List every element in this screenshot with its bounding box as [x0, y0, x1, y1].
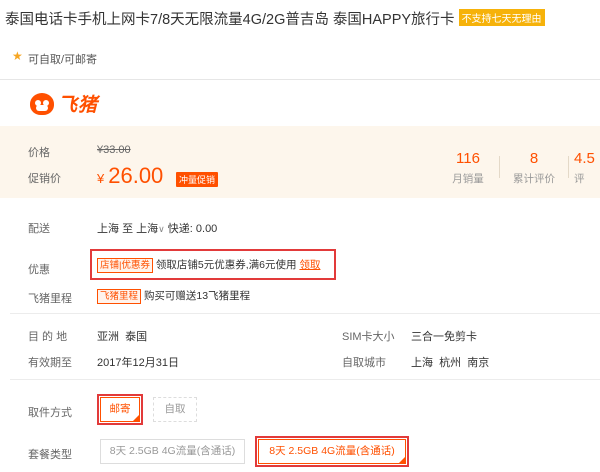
sim-size-label: SIM卡大小 [342, 331, 395, 343]
coupon-text: 领取店铺5元优惠券,满6元使用 [155, 259, 297, 271]
stat-value: 4.5 [574, 150, 595, 167]
coupon-tag-text: 优惠券 [121, 260, 150, 271]
pickup-option-mail[interactable]: 邮寄 [97, 394, 143, 425]
pickup-city-value: 上海 杭州 南京 [411, 357, 490, 369]
promo-price-label: 促销价 [28, 173, 61, 185]
stat-label: 月销量 [452, 173, 484, 185]
logo-text: 飞猪 [58, 95, 99, 116]
delivery-destination-select[interactable]: 上海∨ [136, 223, 165, 235]
miles-text: 购买可赠送13飞猪里程 [143, 290, 251, 302]
destination-value: 亚洲 泰国 [97, 331, 148, 343]
delivery-to-word: 至 [122, 223, 134, 235]
stat-reviews[interactable]: 8 累计评价 [506, 150, 562, 186]
claim-coupon-link[interactable]: 领取 [299, 259, 320, 271]
price-label: 价格 [28, 147, 50, 159]
original-price: ¥33.00 [97, 144, 131, 156]
selected-corner-icon [398, 456, 406, 464]
stat-divider [568, 156, 569, 178]
option-label: 8天 2.5GB 4G流量(含通话) [109, 445, 236, 457]
divider [10, 313, 600, 314]
currency-symbol: ¥ [97, 171, 105, 186]
miles-label: 飞猪里程 [28, 293, 72, 305]
delivery-info: 上海 至 上海∨ 快递: 0.00 [97, 220, 217, 236]
coupon-label: 优惠 [28, 264, 50, 276]
package-type-label: 套餐类型 [28, 449, 72, 461]
stat-monthly-sales: 116 月销量 [440, 150, 496, 186]
product-title-text: 泰国电话卡手机上网卡7/8天无限流量4G/2G普吉岛 泰国HAPPY旅行卡 [5, 12, 455, 28]
sim-size-value: 三合一免剪卡 [411, 331, 477, 343]
destination-label: 目 的 地 [28, 331, 68, 343]
pickup-note: 可自取/可邮寄 [28, 54, 98, 66]
miles-row: 飞猪里程 购买可赠送13飞猪里程 [97, 288, 250, 304]
option-label: 邮寄 [109, 403, 131, 415]
stat-rating: 4.5 评 [574, 150, 600, 186]
fliggy-pig-icon [30, 92, 54, 115]
package-option-2[interactable]: 8天 2.5GB 4G流量(含通话) [255, 436, 409, 467]
pickup-method-label: 取件方式 [28, 407, 72, 419]
delivery-to: 上海 [136, 223, 159, 235]
delivery-from: 上海 [97, 223, 119, 235]
stat-divider [499, 156, 500, 178]
stat-value: 8 [529, 150, 539, 167]
divider [0, 79, 600, 80]
option-label: 自取 [164, 403, 186, 415]
shipping-fee: 快递: 0.00 [167, 223, 218, 235]
package-option-1[interactable]: 8天 2.5GB 4G流量(含通话) [100, 439, 245, 464]
pickup-option-self[interactable]: 自取 [153, 397, 197, 422]
coupon-tag: 店铺|优惠券 [97, 258, 153, 273]
pickup-city-label: 自取城市 [342, 357, 386, 369]
chevron-down-icon: ∨ [158, 224, 165, 234]
valid-until-value: 2017年12月31日 [97, 357, 179, 369]
coupon-row: 店铺|优惠券 领取店铺5元优惠券,满6元使用 领取 [97, 257, 320, 273]
stat-label: 评 [574, 173, 585, 185]
product-title: 泰国电话卡手机上网卡7/8天无限流量4G/2G普吉岛 泰国HAPPY旅行卡 不支持… [5, 8, 545, 29]
promo-tag: 冲量促销 [176, 172, 219, 187]
current-price-value: 26.00 [108, 163, 164, 188]
stat-label: 累计评价 [513, 173, 555, 185]
selected-corner-icon [132, 414, 140, 422]
miles-tag: 飞猪里程 [97, 289, 142, 304]
fliggy-logo[interactable]: 飞猪 [30, 90, 98, 117]
stat-value: 116 [456, 150, 480, 167]
delivery-label: 配送 [28, 223, 50, 235]
current-price: ¥26.00 [97, 163, 163, 189]
divider [10, 379, 600, 380]
option-label: 8天 2.5GB 4G流量(含通话) [269, 445, 395, 457]
star-icon: ★ [12, 49, 23, 63]
valid-until-label: 有效期至 [28, 357, 72, 369]
no-return-badge: 不支持七天无理由 [458, 9, 545, 26]
shop-tag-text: 店铺 [100, 260, 120, 271]
